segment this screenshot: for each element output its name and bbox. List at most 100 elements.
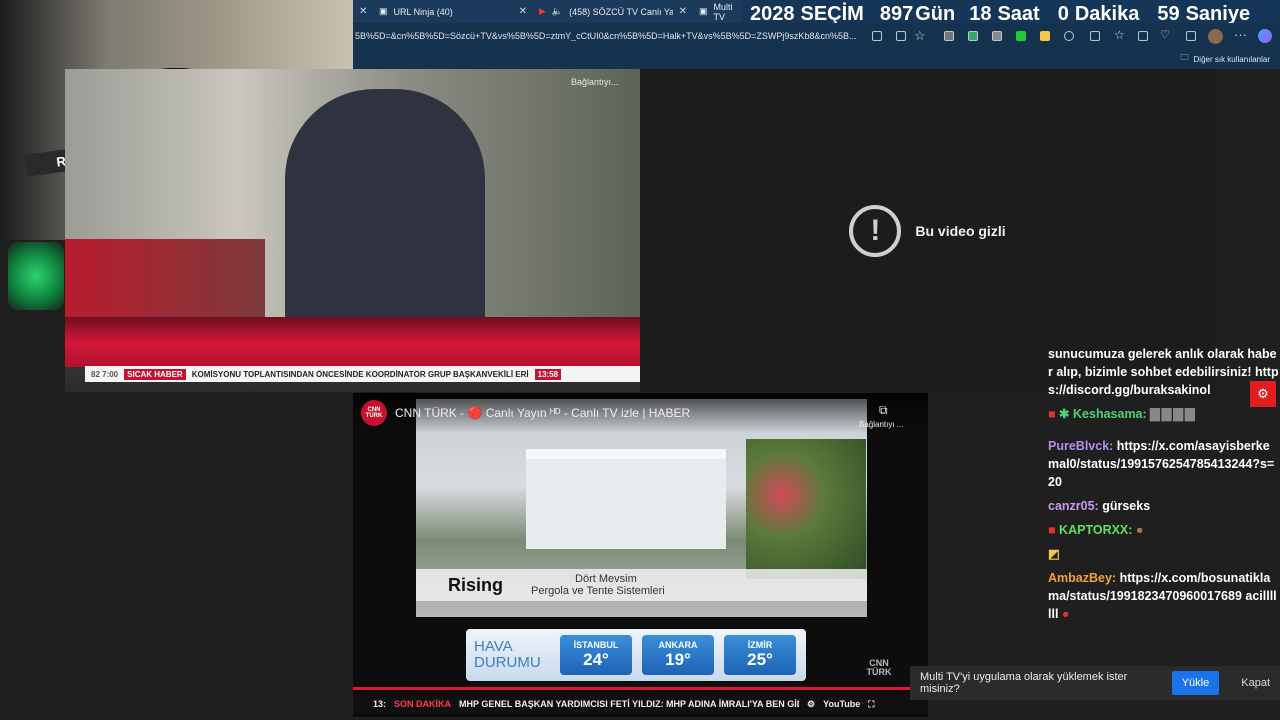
ticker-text: MHP GENEL BAŞKAN YARDIMCISI FETİ YILDIZ:… — [459, 699, 800, 709]
mod-badge-icon: ■ — [1048, 523, 1056, 537]
news-ticker: 13: SON DAKİKA MHP GENEL BAŞKAN YARDIMCI… — [353, 695, 928, 713]
ticker-text: KOMİSYONU TOPLANTISINDAN ÖNCESİNDE KOORD… — [191, 369, 529, 379]
youtube-icon: ▶ — [539, 6, 546, 16]
folder-icon: 🗀 — [1180, 53, 1189, 62]
bookmarks-bar: 🗀 Diğer sık kullanılanlar — [353, 49, 1280, 69]
city-name: ANKARA — [658, 640, 698, 650]
emote-icon: ● — [1135, 523, 1144, 537]
chat-message: ◩ — [1048, 545, 1280, 563]
ticker-tag: SON DAKİKA — [394, 699, 452, 709]
favorite-star-icon[interactable]: ☆ — [914, 28, 926, 44]
chat-username[interactable]: canzr05: — [1048, 499, 1099, 513]
city-name: İSTANBUL — [573, 640, 619, 650]
corner-channel-logo: CNN TÜRK — [866, 658, 892, 677]
settings-icon[interactable]: ⚙ — [807, 699, 815, 710]
chat-settings-gear-icon[interactable]: ⚙ — [1250, 381, 1276, 407]
pergola-image — [526, 449, 726, 549]
chat-text: sunucumuza gelerek anlık olarak haber al… — [1048, 347, 1279, 397]
hidden-video-message: Bu video gizli — [915, 222, 1006, 239]
channel-logo[interactable]: CNN TÜRK — [361, 400, 387, 426]
refresh-extension-icon[interactable] — [1064, 31, 1074, 41]
ticker-clock: 13:58 — [534, 368, 562, 380]
person-figure — [285, 89, 485, 317]
video-player-cnn-turk[interactable]: Rising Dört Mevsim Pergola ve Tente Sist… — [353, 393, 928, 717]
tab-url-ninja[interactable]: ▣ URL Ninja (40) ✕ — [373, 0, 533, 23]
video-player-sozcu[interactable]: Bağlantıyı... 82 7:00 SICAK HABER KOMİSY… — [65, 69, 640, 392]
video-player-hidden[interactable]: ! Bu video gizli — [640, 69, 1215, 392]
flowers-image — [746, 439, 866, 579]
weather-city-ankara: ANKARA 19° — [642, 635, 714, 675]
tab-favicon-icon: ▣ — [379, 6, 388, 16]
weather-title: HAVA DURUMU — [474, 638, 541, 671]
city-temp: 24° — [583, 650, 609, 669]
chat-message: canzr05: gürseks — [1048, 497, 1280, 515]
extension-icon[interactable] — [992, 31, 1002, 41]
chat-panel: sunucumuza gelerek anlık olarak haber al… — [1048, 345, 1280, 655]
ad-caption: Rising Dört Mevsim Pergola ve Tente Sist… — [416, 569, 867, 601]
address-url[interactable]: 5B%5D=&cn%5B%5D=Sözcü+TV&vs%5B%5D=ztmY_c… — [355, 31, 865, 41]
video-title-bar[interactable]: CNN TÜRK CNN TÜRK - 🔴 Canlı Yayın ᴴᴰ - C… — [353, 393, 928, 433]
chat-message: sunucumuza gelerek anlık olarak haber al… — [1048, 345, 1280, 399]
chat-message: ■ ✱ Keshasama: ▇▇▇▇ — [1048, 405, 1280, 423]
collections-icon[interactable] — [1138, 31, 1148, 41]
tab-label: URL Ninja (40) — [393, 6, 453, 17]
progress-bar[interactable] — [353, 687, 928, 690]
split-screen-icon[interactable] — [1090, 31, 1100, 41]
install-button[interactable]: Yükle — [1171, 671, 1220, 695]
warning-icon: ! — [849, 204, 902, 257]
news-ticker: 82 7:00 SICAK HABER KOMİSYONU TOPLANTISI… — [85, 366, 640, 382]
install-message: Multi TV'yi uygulama olarak yüklemek ist… — [920, 671, 1128, 695]
close-button[interactable]: Kapat — [1231, 671, 1280, 695]
youtube-logo[interactable]: YouTube — [823, 699, 860, 709]
chat-username[interactable]: KAPTORXX: — [1059, 523, 1132, 537]
install-prompt: Multi TV'yi uygulama olarak yüklemek ist… — [910, 666, 1280, 700]
tab-close-left[interactable]: ✕ — [353, 0, 373, 23]
tab-multi-tv[interactable]: ▣ Multi TV — [693, 0, 743, 23]
chat-message: ■ KAPTORXX: ● — [1048, 521, 1280, 539]
ad-brand: Rising — [448, 574, 504, 595]
avatar[interactable] — [1208, 29, 1223, 44]
more-menu-icon[interactable]: ··· — [1234, 27, 1247, 42]
extension-icon[interactable] — [968, 31, 978, 41]
city-name: İZMİR — [747, 640, 773, 650]
chat-message: AmbazBey: https://x.com/bosunatiklama/st… — [1048, 569, 1280, 623]
fullscreen-icon[interactable]: ⛶ — [868, 699, 874, 710]
copilot-icon[interactable] — [1258, 29, 1272, 43]
weather-panel: HAVA DURUMU İSTANBUL 24° ANKARA 19° İZMİ… — [466, 629, 806, 681]
close-icon[interactable]: ✕ — [519, 6, 527, 17]
weather-city-izmir: İZMİR 25° — [724, 635, 796, 675]
heart-icon[interactable]: ♡ — [1160, 28, 1170, 41]
tab-sozcu[interactable]: ▶ 🔈 (458) SÖZCÜ TV Canlı Yayını ✕ — [533, 0, 693, 23]
copy-icon[interactable]: ⧉ — [879, 403, 888, 418]
speaker-icon[interactable]: 🔈 — [552, 6, 563, 17]
news-banner — [65, 317, 640, 367]
city-temp: 19° — [665, 650, 691, 669]
extension-icon[interactable] — [1040, 31, 1050, 41]
video-title[interactable]: CNN TÜRK - 🔴 Canlı Yayın ᴴᴰ - Canlı TV i… — [395, 406, 690, 420]
tab-favicon-icon: ▣ — [699, 6, 708, 16]
screenshot-icon[interactable] — [1186, 31, 1196, 41]
chat-message: PureBlvck: https://x.com/asayisberkemal0… — [1048, 437, 1280, 491]
chat-username[interactable]: PureBlvck: — [1048, 439, 1113, 453]
red-figure — [65, 239, 265, 319]
copy-link-label[interactable]: Bağlantıyı ... — [859, 420, 903, 429]
chat-username[interactable]: AmbazBey: — [1048, 571, 1116, 585]
bookmarks-other-folder[interactable]: Diğer sık kullanılanlar — [1194, 55, 1270, 64]
extension-icon[interactable] — [1016, 31, 1026, 41]
chat-username[interactable]: Keshasama: — [1073, 407, 1147, 421]
mod-badge-icon: ■ — [1048, 407, 1056, 421]
close-icon[interactable]: ✕ — [359, 6, 367, 17]
translate-icon[interactable] — [896, 31, 906, 41]
favorites-icon[interactable]: ☆ — [1114, 28, 1125, 42]
copy-link-label[interactable]: Bağlantıyı... — [571, 77, 619, 87]
chat-text: gürseks — [1102, 499, 1151, 513]
ticker-tag: SICAK HABER — [124, 368, 186, 380]
extension-icon[interactable] — [944, 31, 954, 41]
reader-icon[interactable] — [872, 31, 882, 41]
verified-badge-icon: ✱ — [1059, 407, 1070, 421]
ad-text-line1: Dört Mevsim — [575, 573, 637, 585]
close-icon[interactable]: ✕ — [679, 6, 687, 17]
tab-label: Multi TV — [713, 1, 733, 22]
ad-text-line2: Pergola ve Tente Sistemleri — [531, 585, 665, 597]
tab-label: (458) SÖZCÜ TV Canlı Yayını — [569, 6, 673, 17]
